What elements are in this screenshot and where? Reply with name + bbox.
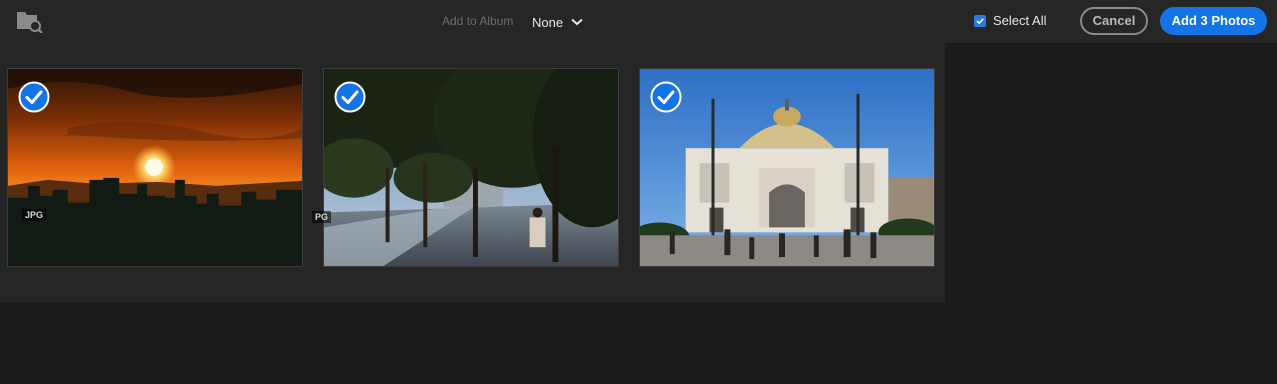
checkmark-icon bbox=[976, 17, 984, 24]
palace-photo bbox=[640, 69, 934, 266]
selected-check-icon[interactable] bbox=[650, 81, 682, 113]
album-dropdown-value: None bbox=[532, 14, 564, 30]
empty-area bbox=[0, 302, 945, 384]
selected-check-icon[interactable] bbox=[18, 81, 50, 113]
folder-search-icon[interactable] bbox=[15, 9, 43, 33]
select-all-checkbox[interactable] bbox=[974, 14, 986, 27]
street-photo bbox=[324, 69, 618, 266]
file-type-badge: JPG bbox=[22, 209, 47, 221]
album-dropdown[interactable]: None bbox=[532, 11, 583, 33]
add-photos-button[interactable]: Add 3 Photos bbox=[1160, 7, 1267, 35]
photo-thumbnail-street[interactable] bbox=[323, 68, 619, 267]
select-all-toggle[interactable]: Select All bbox=[974, 13, 1046, 28]
chevron-down-icon bbox=[571, 18, 583, 26]
cancel-button[interactable]: Cancel bbox=[1080, 7, 1148, 35]
file-type-badge: PG bbox=[312, 211, 332, 223]
photo-thumbnail-palace[interactable] bbox=[639, 68, 935, 267]
top-toolbar: Add to Album None Select All Cancel Add … bbox=[0, 0, 1277, 43]
add-to-album-label: Add to Album bbox=[442, 14, 514, 28]
sunset-photo bbox=[8, 69, 302, 266]
select-all-label: Select All bbox=[993, 13, 1047, 28]
selected-check-icon[interactable] bbox=[334, 81, 366, 113]
side-panel bbox=[945, 43, 1277, 384]
photo-thumbnail-sunset[interactable]: JPG bbox=[7, 68, 303, 267]
